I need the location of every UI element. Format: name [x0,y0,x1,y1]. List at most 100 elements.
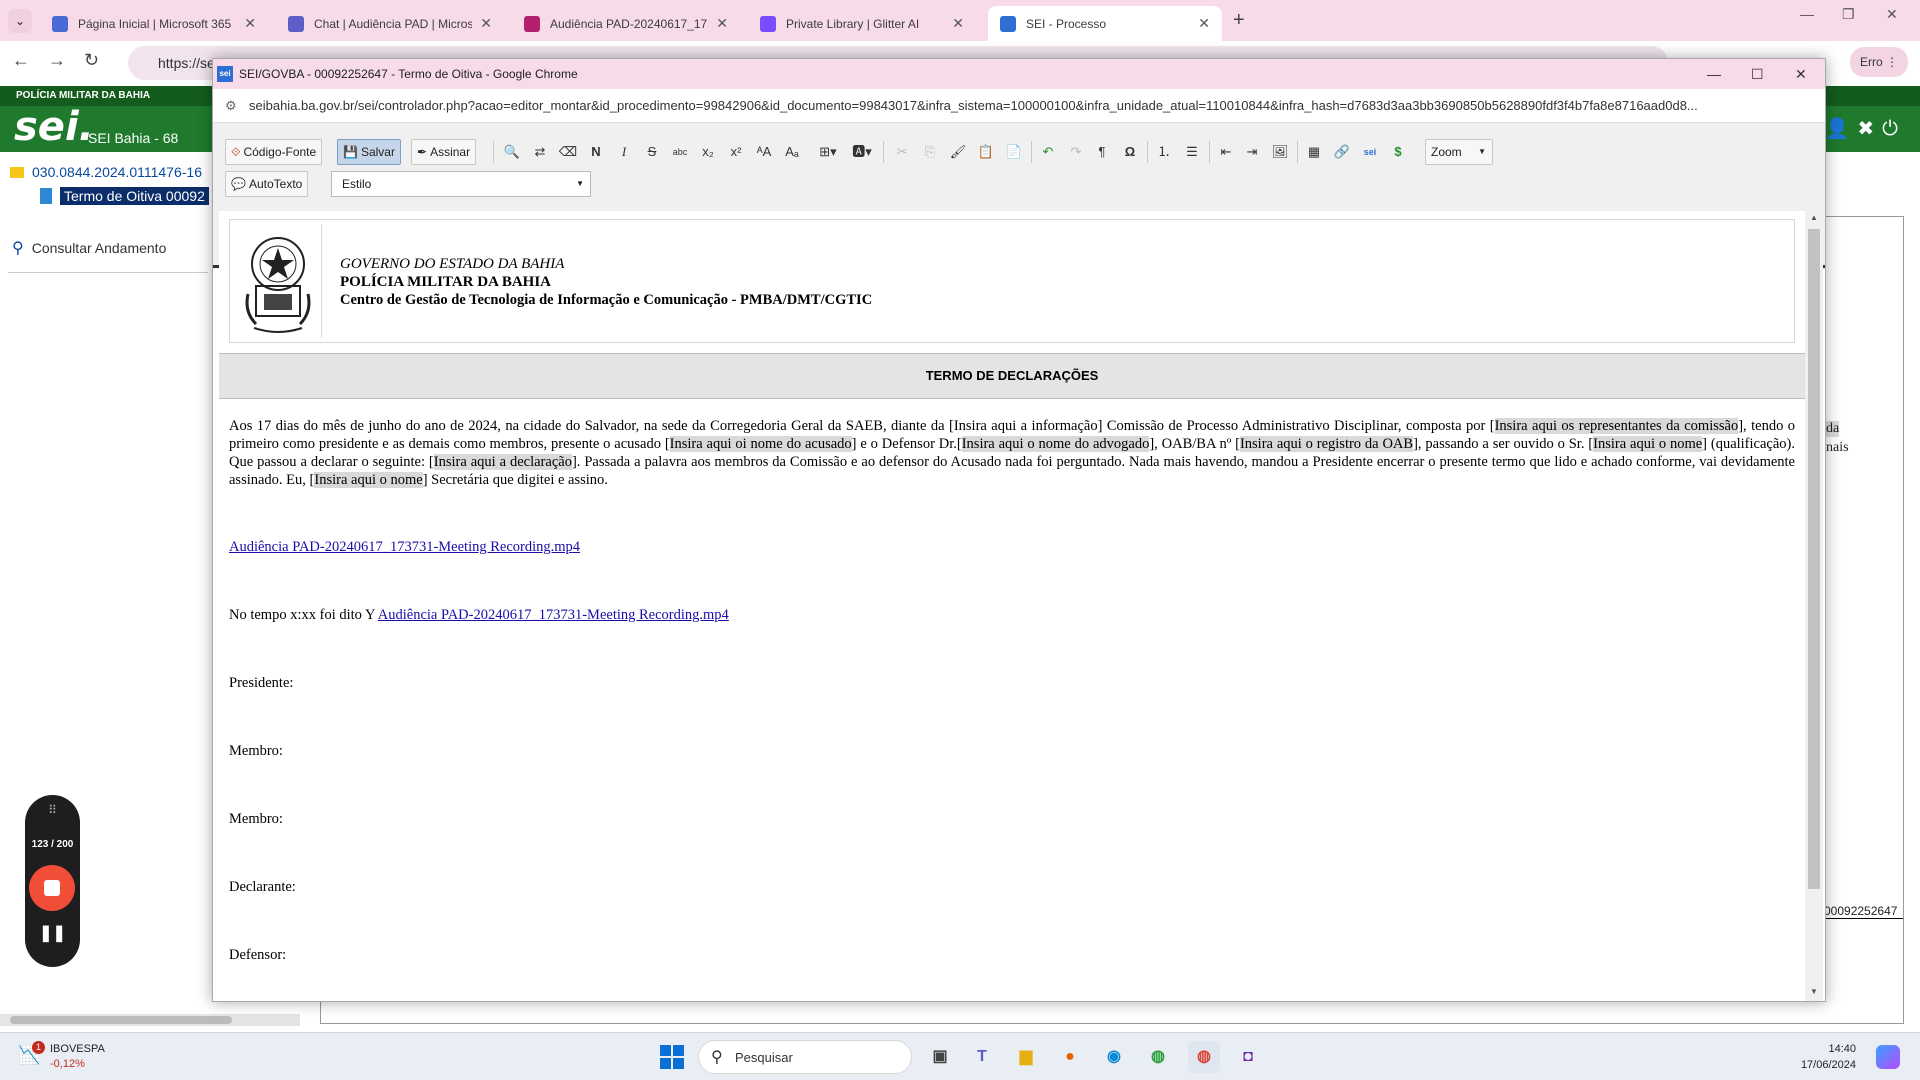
edge-icon[interactable]: ◉ [1098,1041,1130,1073]
text-color-icon[interactable]: 🅰▾ [847,142,877,162]
unit-selector[interactable]: SEI Bahia - 68 [88,130,178,146]
reload-icon[interactable]: ↻ [84,50,99,71]
document-editor-area[interactable]: GOVERNO DO ESTADO DA BAHIA POLÍCIA MILIT… [219,211,1805,1001]
drag-handle-icon[interactable]: ⠿ [25,803,80,817]
placeholder-field[interactable]: Insira aqui o nome [1593,436,1703,452]
style-select[interactable]: Estilo ▼ [331,171,591,197]
tab-microsoft-365[interactable]: Página Inicial | Microsoft 365 ✕ [40,6,268,41]
special-char-icon[interactable]: Ω [1119,142,1141,162]
redo-icon[interactable]: ↷ [1065,142,1087,162]
tab-search-dropdown[interactable]: ⌄ [8,9,32,33]
subscript-icon[interactable]: x₂ [697,142,719,162]
dollar-icon[interactable]: $ [1387,142,1409,162]
minimize-icon[interactable]: — [1707,59,1721,89]
close-icon[interactable]: ✕ [952,15,964,32]
recording-link[interactable]: Audiência PAD-20240617_173731-Meeting Re… [229,539,580,556]
zoom-dropdown[interactable]: Zoom ▼ [1425,139,1493,165]
placeholder-field[interactable]: Insira aqui oi nome do acusado [669,436,852,452]
undo-icon[interactable]: ↶ [1037,142,1059,162]
lowercase-icon[interactable]: Aₐ [781,142,803,162]
placeholder-field[interactable]: Insira aqui a declaração [433,454,572,470]
start-button[interactable] [660,1045,684,1069]
find-icon[interactable]: 🔍 [501,142,523,162]
tab-audiencia-recording[interactable]: Audiência PAD-20240617_1737 ✕ [512,6,740,41]
placeholder-field[interactable]: Insira aqui os representantes da comissã… [1494,418,1739,434]
tab-sei-processo[interactable]: SEI - Processo ✕ [988,6,1222,41]
cut-icon[interactable]: ✂ [891,142,913,162]
chrome-icon[interactable]: ◍ [1142,1041,1174,1073]
minimize-icon[interactable]: — [1800,6,1814,22]
teams-icon[interactable]: T [966,1041,998,1073]
restore-icon[interactable]: ❐ [1842,6,1855,23]
new-tab-button[interactable]: + [1233,9,1245,32]
vertical-scrollbar[interactable]: ▲ ▼ [1805,211,1823,1001]
site-settings-icon[interactable]: ⚙ [225,89,237,122]
indent-icon[interactable]: ⇥ [1241,142,1263,162]
copy-icon[interactable]: ⎘ [919,142,941,162]
placeholder-field[interactable]: Insira aqui o registro da OAB [1239,436,1414,452]
stop-recording-button[interactable] [29,865,75,911]
file-explorer-icon[interactable]: ▆ [1010,1041,1042,1073]
sei-link-icon[interactable]: sei [1359,142,1381,162]
popup-address-bar[interactable]: ⚙ seibahia.ba.gov.br/sei/controlador.php… [213,89,1825,123]
recorder-app-icon[interactable]: ◘ [1232,1041,1264,1073]
template-icon[interactable]: ▦ [1303,142,1325,162]
sei-logo[interactable]: sei. [14,104,94,150]
scroll-thumb[interactable] [1808,229,1820,889]
table-icon[interactable]: ⊞▾ [813,142,843,162]
profile-error-button[interactable]: Erro ⋮ [1850,47,1909,77]
strikethrough-icon[interactable]: S [641,142,663,162]
system-clock[interactable]: 14:40 17/06/2024 [1800,1041,1856,1073]
pilcrow-icon[interactable]: ¶ [1091,142,1113,162]
user-icon[interactable]: 👤 [1825,118,1858,140]
codigo-fonte-button[interactable]: ⟐ Código-Fonte [225,139,323,165]
document-tree-item[interactable]: Termo de Oitiva 00092 [40,187,209,205]
scroll-up-icon[interactable]: ▲ [1805,213,1823,222]
autotexto-button[interactable]: 💬 AutoTexto [225,171,309,197]
scroll-down-icon[interactable]: ▼ [1805,987,1823,996]
chrome-profile-icon[interactable]: ◍ [1188,1041,1220,1073]
replace-icon[interactable]: ⇄ [529,142,551,162]
outdent-icon[interactable]: ⇤ [1215,142,1237,162]
paste-format-icon[interactable]: 🖌 [947,142,969,162]
tab-glitter-ai[interactable]: Private Library | Glitter AI ✕ [748,6,976,41]
process-tree-item[interactable]: 030.0844.2024.0111476-16 [10,164,202,180]
spellcheck-icon[interactable]: abc [669,142,691,162]
superscript-icon[interactable]: x² [725,142,747,162]
back-arrow-icon[interactable]: ← [12,50,30,71]
italic-icon[interactable]: I [613,142,635,162]
taskbar-search[interactable]: ⚲ Pesquisar [698,1040,912,1074]
salvar-button[interactable]: 💾 Salvar [337,139,401,165]
tab-teams-chat[interactable]: Chat | Audiência PAD | Microsof ✕ [276,6,504,41]
recording-link[interactable]: Audiência PAD-20240617_173731-Meeting Re… [378,607,729,623]
numbered-list-icon[interactable]: ⒈ [1153,142,1175,162]
consultar-andamento-link[interactable]: ⚲ Consultar Andamento [12,238,166,258]
close-icon[interactable]: ✕ [1198,15,1210,32]
placeholder-field[interactable]: Insira aqui o nome [314,472,423,488]
placeholder-field[interactable]: Insira aqui o nome do advogado [961,436,1150,452]
paste-word-icon[interactable]: 📄 [1003,142,1025,162]
paste-text-icon[interactable]: 📋 [975,142,997,162]
image-icon[interactable]: 🖼 [1269,142,1291,162]
task-view-icon[interactable]: ▣ [924,1041,956,1073]
copilot-icon[interactable] [1876,1045,1900,1069]
horizontal-scrollbar[interactable] [0,1014,300,1026]
maximize-icon[interactable]: ☐ [1751,59,1764,89]
assinar-button[interactable]: ✒ Assinar [411,139,477,165]
bold-icon[interactable]: N [585,142,607,162]
firefox-icon[interactable]: ● [1054,1041,1086,1073]
bullet-list-icon[interactable]: ☰ [1181,142,1203,162]
close-icon[interactable]: ✕ [716,15,728,32]
uppercase-icon[interactable]: ᴬA [753,142,775,162]
tools-icon[interactable]: ✖ [1857,118,1882,140]
close-icon[interactable]: ✕ [244,15,256,32]
close-window-icon[interactable]: ✕ [1795,59,1807,89]
power-icon[interactable]: ⏻ [1882,118,1906,140]
close-icon[interactable]: ✕ [480,15,492,32]
pause-icon[interactable]: ❚❚ [25,923,80,943]
forward-arrow-icon[interactable]: → [48,50,66,71]
link-icon[interactable]: 🔗 [1331,142,1353,162]
scroll-thumb[interactable] [10,1016,232,1024]
close-window-icon[interactable]: ✕ [1886,6,1898,23]
eraser-icon[interactable]: ⌫ [557,142,579,162]
